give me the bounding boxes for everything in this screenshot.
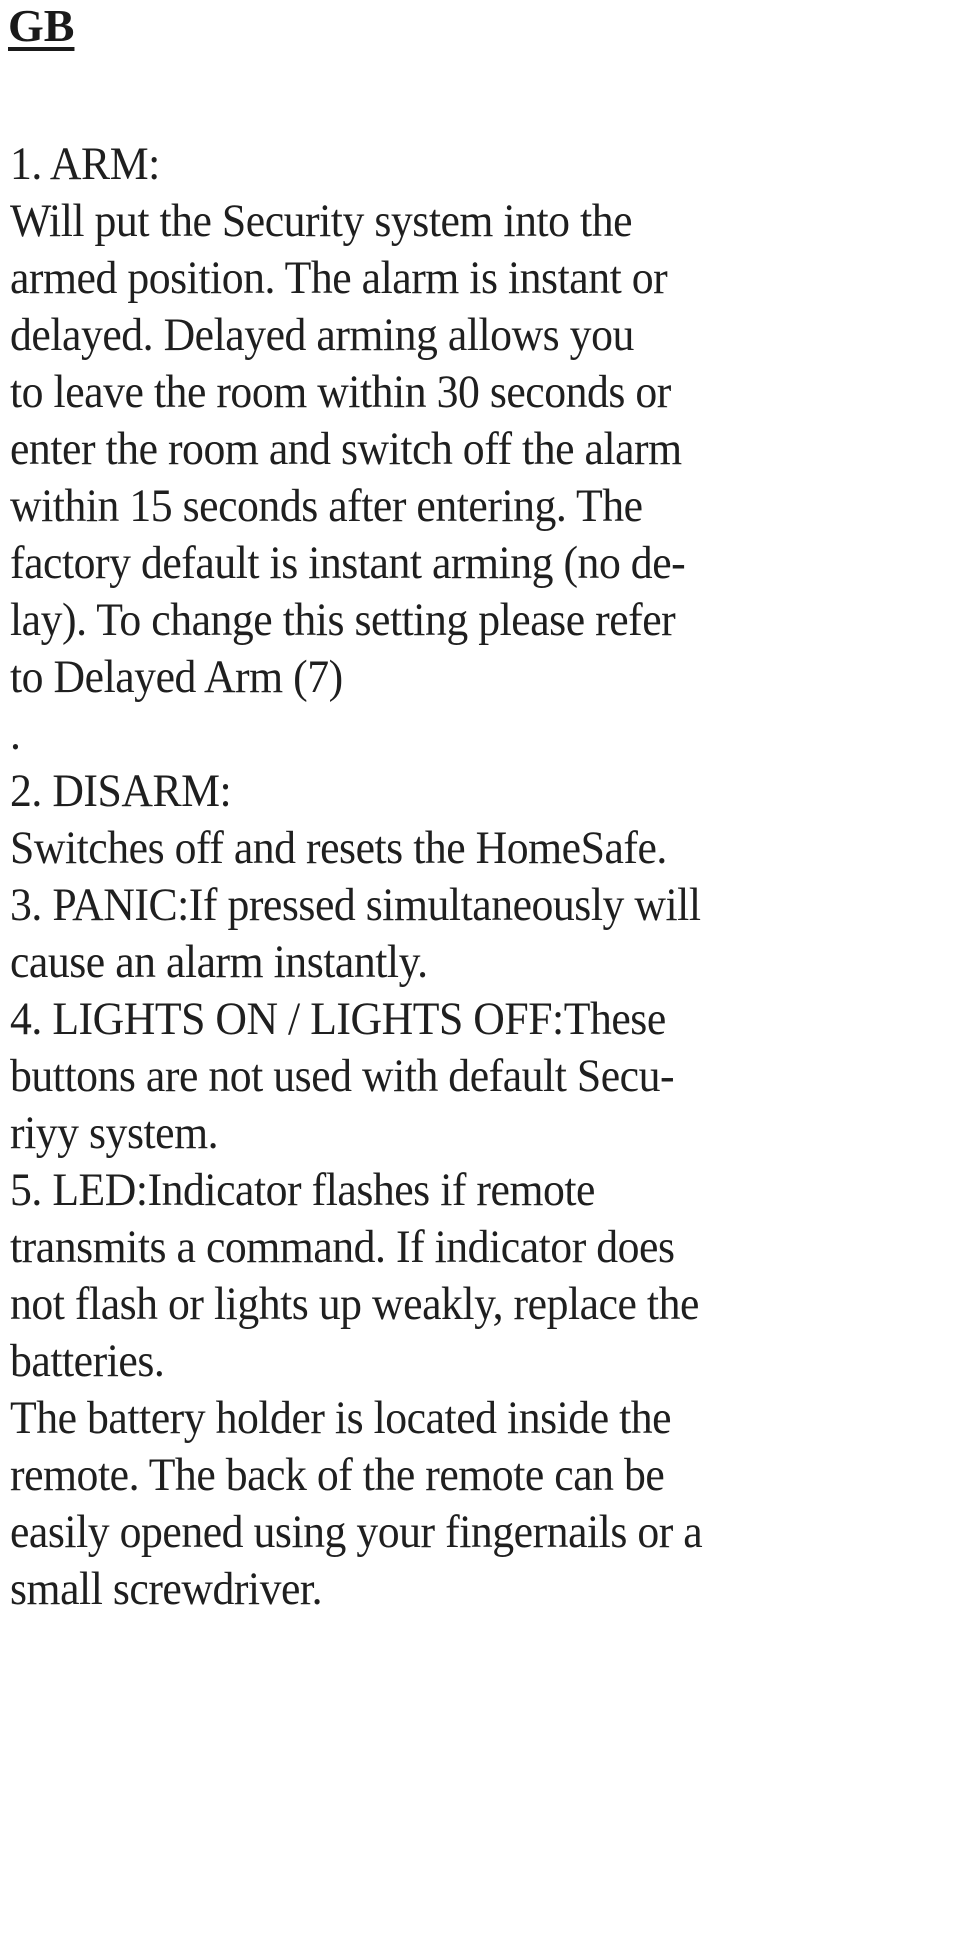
text-line: delayed. Delayed arming allows you <box>10 309 634 361</box>
text-line: Switches off and resets the HomeSafe. <box>10 822 667 874</box>
text-line: 3. PANIC:If pressed simultaneously will <box>10 879 701 931</box>
text-line: 1. ARM: <box>10 138 160 190</box>
text-line: 4. LIGHTS ON / LIGHTS OFF:These <box>10 993 666 1045</box>
text-line: factory default is instant arming (no de… <box>10 537 686 589</box>
text-line: easily opened using your fingernails or … <box>10 1506 703 1558</box>
text-line: remote. The back of the remote can be <box>10 1449 665 1501</box>
text-line: The battery holder is located inside the <box>10 1392 672 1444</box>
text-line: within 15 seconds after entering. The <box>10 480 643 532</box>
text-line: lay). To change this setting please refe… <box>10 594 676 646</box>
instructions-body: 1. ARM: Will put the Security system int… <box>10 136 754 1618</box>
text-line: buttons are not used with default Secu- <box>10 1050 675 1102</box>
text-line: . <box>10 708 21 760</box>
text-line: riyy system. <box>10 1107 219 1159</box>
text-line: transmits a command. If indicator does <box>10 1221 675 1273</box>
language-heading: GB <box>8 0 75 51</box>
text-line: 5. LED:Indicator flashes if remote <box>10 1164 595 1216</box>
text-line: to leave the room within 30 seconds or <box>10 366 671 418</box>
text-line: not flash or lights up weakly, replace t… <box>10 1278 699 1330</box>
text-line: cause an alarm instantly. <box>10 936 428 988</box>
text-line: 2. DISARM: <box>10 765 232 817</box>
text-line: Will put the Security system into the <box>10 195 633 247</box>
text-line: enter the room and switch off the alarm <box>10 423 682 475</box>
text-line: armed position. The alarm is instant or <box>10 252 668 304</box>
text-line: to Delayed Arm (7) <box>10 651 343 703</box>
manual-page: GB 1. ARM: Will put the Security system … <box>0 0 960 1936</box>
text-line: batteries. <box>10 1335 165 1387</box>
text-line: small screwdriver. <box>10 1563 323 1615</box>
